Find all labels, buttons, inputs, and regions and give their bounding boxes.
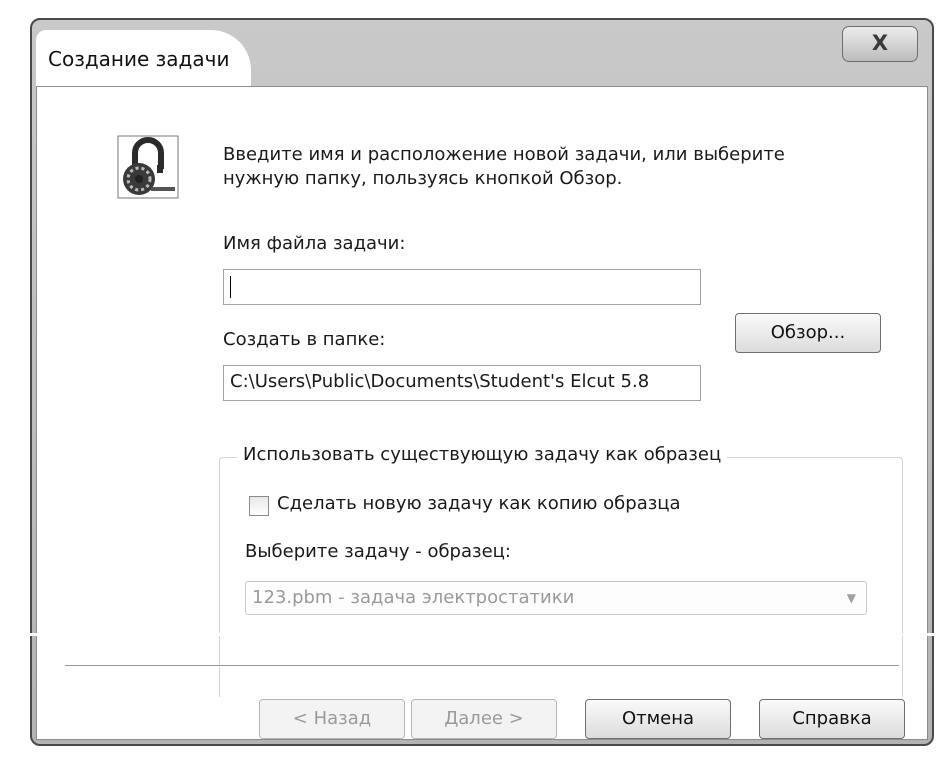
dialog-client-area: Введите имя и расположение новой задачи,… — [36, 86, 928, 740]
template-select-value: 123.pbm - задача электростатики — [252, 587, 575, 608]
title-bar: Создание задачи X — [32, 20, 932, 96]
browse-button[interactable]: Обзор... — [735, 313, 881, 353]
intro-text: Введите имя и расположение новой задачи,… — [223, 144, 785, 189]
button-separator — [65, 665, 899, 667]
help-button[interactable]: Справка — [759, 699, 905, 739]
folder-path-input[interactable]: C:\Users\Public\Documents\Student's Elcu… — [223, 365, 701, 401]
template-group-legend: Использовать существующую задачу как обр… — [237, 444, 728, 465]
window-title: Создание задачи — [36, 30, 252, 86]
template-select-label: Выберите задачу - образец: — [245, 541, 511, 562]
scan-artifact-line — [0, 633, 939, 636]
close-icon: X — [871, 31, 889, 55]
filename-label: Имя файла задачи: — [223, 233, 406, 254]
folder-label: Создать в папке: — [223, 329, 386, 350]
filename-input[interactable] — [223, 269, 701, 305]
chevron-down-icon: ▼ — [846, 591, 856, 605]
copy-template-checkbox[interactable] — [249, 496, 269, 516]
back-button[interactable]: < Назад — [259, 699, 405, 739]
copy-template-label[interactable]: Сделать новую задачу как копию образца — [277, 493, 681, 514]
dialog-window: Создание задачи X Введите имя и располож… — [30, 18, 934, 746]
next-button[interactable]: Далее > — [411, 699, 557, 739]
task-lock-icon — [117, 135, 179, 199]
close-button[interactable]: X — [842, 26, 918, 62]
text-caret — [230, 276, 231, 298]
template-select[interactable]: 123.pbm - задача электростатики ▼ — [245, 581, 867, 615]
cancel-button[interactable]: Отмена — [585, 699, 731, 739]
